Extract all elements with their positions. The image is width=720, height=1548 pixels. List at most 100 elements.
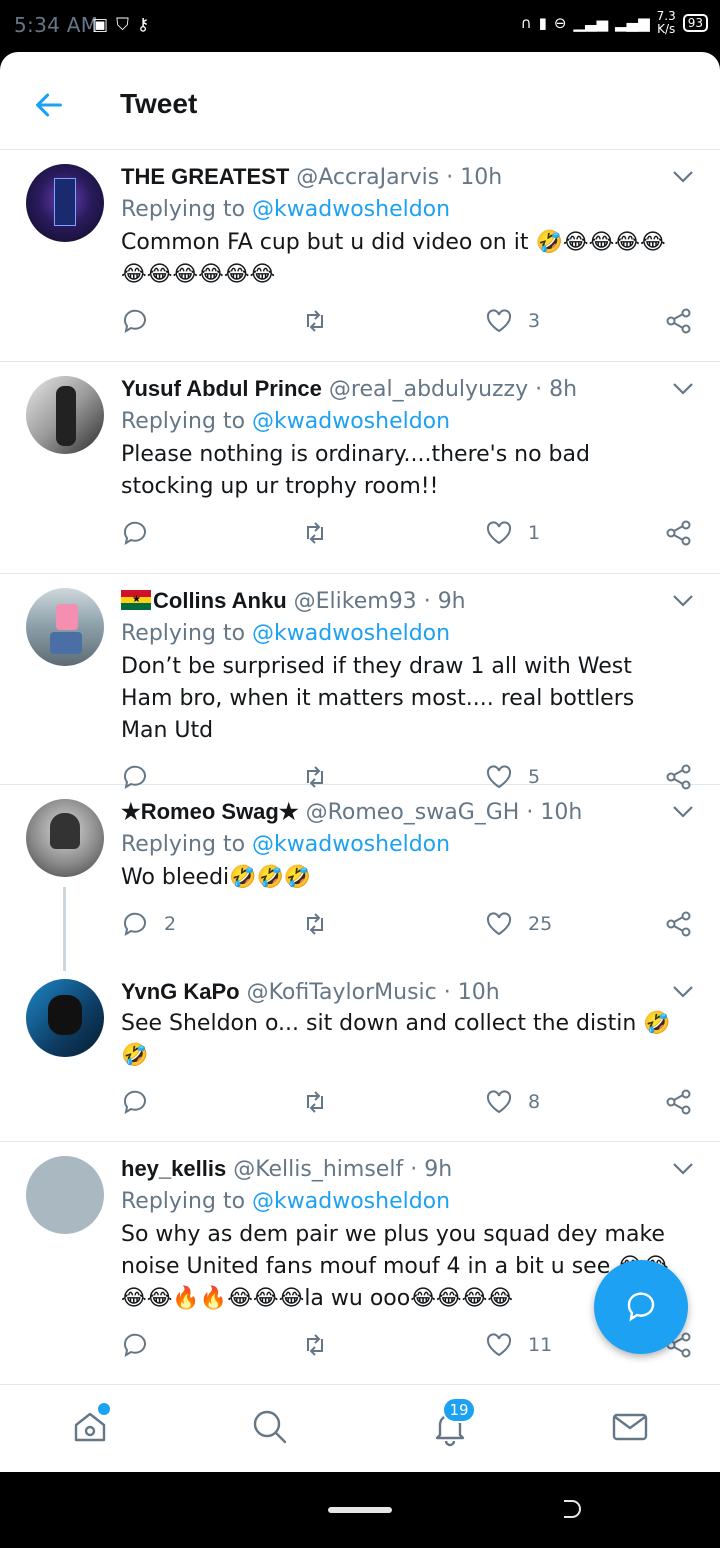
separator-dot: · — [535, 377, 543, 402]
author-handle[interactable]: @real_abdulyuzzy — [329, 377, 528, 402]
mention-link[interactable]: @kwadwosheldon — [252, 1189, 450, 1214]
replying-to-label: Replying to — [121, 621, 246, 646]
author-handle[interactable]: @Elikem93 — [294, 589, 417, 614]
author-name[interactable]: THE GREATEST — [121, 164, 289, 189]
signal-icon-2: ▂▄▆ — [615, 14, 650, 32]
retweet-button[interactable] — [301, 307, 329, 335]
nav-search[interactable] — [250, 1407, 290, 1447]
share-button[interactable] — [665, 307, 693, 335]
tweet-time: 10h — [540, 800, 583, 825]
author-name[interactable]: hey_kellis — [121, 1156, 226, 1181]
nav-messages[interactable] — [610, 1407, 650, 1447]
page-title: Tweet — [120, 88, 198, 119]
author-handle[interactable]: @KofiTaylorMusic — [247, 980, 437, 1005]
reply-button[interactable] — [121, 519, 164, 547]
tweet-time: 10h — [457, 980, 500, 1005]
retweet-button[interactable] — [301, 910, 329, 938]
author-handle[interactable]: @Kellis_himself — [233, 1157, 403, 1182]
chevron-down-icon[interactable] — [672, 985, 694, 999]
replying-to-label: Replying to — [121, 197, 246, 222]
reply-count: 2 — [164, 913, 177, 935]
back-gesture-icon[interactable] — [560, 1498, 584, 1522]
retweet-icon — [307, 913, 323, 935]
home-gesture-pill[interactable] — [328, 1507, 392, 1513]
author-handle[interactable]: @Romeo_swaG_GH — [306, 800, 520, 825]
avatar[interactable] — [26, 979, 104, 1057]
retweet-icon — [307, 1091, 323, 1113]
like-button[interactable]: 25 — [485, 910, 552, 938]
author-handle[interactable]: @AccraJarvis — [296, 165, 439, 190]
share-button[interactable] — [665, 519, 693, 547]
reply-button[interactable]: 2 — [121, 910, 176, 938]
author-name[interactable]: Collins Anku — [153, 588, 287, 613]
like-button[interactable]: 11 — [485, 1331, 552, 1359]
chat-bubble-icon — [627, 1292, 655, 1322]
avatar[interactable] — [26, 588, 104, 666]
retweet-button[interactable] — [301, 519, 329, 547]
like-count: 3 — [528, 310, 541, 332]
retweet-button[interactable] — [301, 1331, 329, 1359]
tweet-item[interactable]: Yusuf Abdul Prince @real_abdulyuzzy · 8h… — [0, 362, 720, 574]
chevron-down-icon[interactable] — [672, 170, 694, 184]
chevron-down-icon[interactable] — [672, 382, 694, 396]
reply-button[interactable] — [121, 1331, 164, 1359]
retweet-icon — [307, 522, 323, 544]
compose-reply-button[interactable] — [594, 1260, 688, 1354]
chevron-down-icon[interactable] — [672, 805, 694, 819]
tweet-text: Please nothing is ordinary....there's no… — [121, 442, 590, 499]
retweet-icon — [307, 310, 323, 332]
mention-link[interactable]: @kwadwosheldon — [252, 197, 450, 222]
new-content-dot — [98, 1403, 110, 1415]
tweet-item[interactable]: hey_kellis @Kellis_himself · 9h Replying… — [0, 1142, 720, 1392]
tweet-item[interactable]: YvnG KaPo @KofiTaylorMusic · 10h See She… — [0, 965, 720, 1142]
reply-button[interactable] — [121, 307, 164, 335]
like-button[interactable]: 8 — [485, 1088, 540, 1116]
tweet-item[interactable]: ★ Collins Anku @Elikem93 · 9h Replying to… — [0, 574, 720, 790]
network-speed-unit: K/s — [657, 22, 676, 36]
retweet-button[interactable] — [301, 1088, 329, 1116]
tweet-time: 9h — [437, 589, 466, 614]
shield-icon: ⛉ — [116, 15, 129, 35]
chevron-down-icon[interactable] — [672, 1162, 694, 1176]
share-icon — [666, 911, 691, 937]
share-button[interactable] — [665, 1088, 693, 1116]
tweet-time: 8h — [549, 377, 578, 402]
ghana-flag-icon: ★ — [121, 590, 151, 610]
like-button[interactable]: 3 — [485, 307, 540, 335]
tweet-time: 9h — [424, 1157, 453, 1182]
tweet-header: YvnG KaPo @KofiTaylorMusic · 10h — [121, 977, 676, 1008]
tweet-actions: 8 — [121, 1072, 691, 1134]
mention-link[interactable]: @kwadwosheldon — [252, 621, 450, 646]
mention-link[interactable]: @kwadwosheldon — [252, 832, 450, 857]
author-name[interactable]: YvnG KaPo — [121, 979, 240, 1004]
status-time: 5:34 AM — [14, 13, 99, 37]
notification-badge: 19 — [442, 1397, 476, 1423]
status-notification-icons: ▣ ⛉ ⚷ — [92, 15, 149, 35]
chevron-down-icon[interactable] — [672, 594, 694, 608]
avatar[interactable] — [26, 376, 104, 454]
reply-icon — [123, 309, 146, 334]
author-name[interactable]: ★Romeo Swag★ — [121, 799, 299, 824]
tweet-text: Common FA cup but u did video on it 🤣😂😂😂… — [121, 230, 666, 287]
vibrate-icon: ▮ — [538, 14, 547, 32]
heart-icon — [486, 521, 512, 545]
network-speed-value: 7.3 — [656, 9, 676, 23]
tweet-item[interactable]: ★Romeo Swag★ @Romeo_swaG_GH · 10h Replyi… — [0, 785, 720, 971]
author-name[interactable]: Yusuf Abdul Prince — [121, 376, 322, 401]
like-button[interactable]: 1 — [485, 519, 540, 547]
mention-link[interactable]: @kwadwosheldon — [252, 409, 450, 434]
avatar[interactable] — [26, 799, 104, 877]
tweet-item[interactable]: THE GREATEST @AccraJarvis · 10h Replying… — [0, 150, 720, 362]
share-button[interactable] — [665, 910, 693, 938]
tweet-time: 10h — [460, 165, 503, 190]
tweet-actions: 1 — [121, 503, 691, 565]
avatar[interactable] — [26, 164, 104, 242]
separator-dot: · — [526, 800, 534, 825]
reply-icon — [123, 1090, 146, 1115]
reply-button[interactable] — [121, 1088, 164, 1116]
avatar[interactable] — [26, 1156, 104, 1234]
tweet-actions: 11 — [121, 1315, 691, 1377]
back-arrow-icon[interactable] — [32, 88, 66, 122]
tweet-actions: 3 — [121, 291, 691, 353]
key-icon: ⚷ — [136, 15, 150, 35]
